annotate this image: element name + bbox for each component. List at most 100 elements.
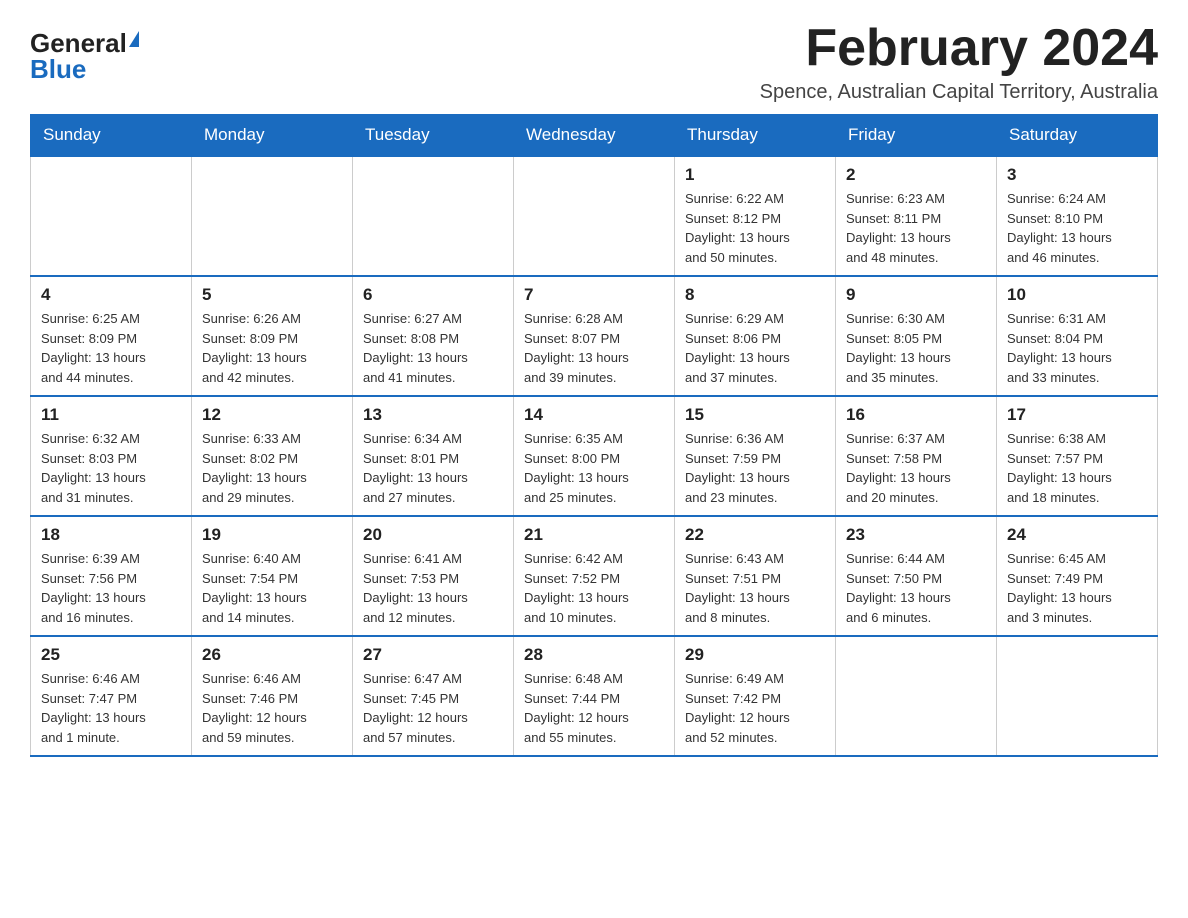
day-info: Sunrise: 6:29 AM Sunset: 8:06 PM Dayligh… — [685, 309, 825, 387]
calendar-cell: 29 Sunrise: 6:49 AM Sunset: 7:42 PM Dayli… — [675, 636, 836, 756]
calendar-cell: 3 Sunrise: 6:24 AM Sunset: 8:10 PM Daylig… — [997, 156, 1158, 276]
day-info: Sunrise: 6:25 AM Sunset: 8:09 PM Dayligh… — [41, 309, 181, 387]
day-number: 5 — [202, 285, 342, 305]
calendar-cell — [31, 156, 192, 276]
title-area: February 2024 Spence, Australian Capital… — [760, 20, 1158, 104]
calendar-cell: 15 Sunrise: 6:36 AM Sunset: 7:59 PM Dayli… — [675, 396, 836, 516]
calendar-cell: 1 Sunrise: 6:22 AM Sunset: 8:12 PM Daylig… — [675, 156, 836, 276]
col-header-saturday: Saturday — [997, 115, 1158, 157]
day-info: Sunrise: 6:35 AM Sunset: 8:00 PM Dayligh… — [524, 429, 664, 507]
day-info: Sunrise: 6:46 AM Sunset: 7:47 PM Dayligh… — [41, 669, 181, 747]
day-info: Sunrise: 6:43 AM Sunset: 7:51 PM Dayligh… — [685, 549, 825, 627]
day-number: 14 — [524, 405, 664, 425]
week-row-3: 11 Sunrise: 6:32 AM Sunset: 8:03 PM Dayli… — [31, 396, 1158, 516]
calendar-cell: 26 Sunrise: 6:46 AM Sunset: 7:46 PM Dayli… — [192, 636, 353, 756]
location-title: Spence, Australian Capital Territory, Au… — [760, 81, 1158, 104]
day-info: Sunrise: 6:41 AM Sunset: 7:53 PM Dayligh… — [363, 549, 503, 627]
col-header-wednesday: Wednesday — [514, 115, 675, 157]
calendar-header-row: SundayMondayTuesdayWednesdayThursdayFrid… — [31, 115, 1158, 157]
day-number: 3 — [1007, 165, 1147, 185]
day-number: 17 — [1007, 405, 1147, 425]
calendar-cell — [997, 636, 1158, 756]
calendar-cell: 10Sunrise: 6:31 AM Sunset: 8:04 PM Dayli… — [997, 276, 1158, 396]
calendar-cell — [192, 156, 353, 276]
day-number: 27 — [363, 645, 503, 665]
calendar-cell — [353, 156, 514, 276]
calendar-cell: 22 Sunrise: 6:43 AM Sunset: 7:51 PM Dayli… — [675, 516, 836, 636]
day-info: Sunrise: 6:34 AM Sunset: 8:01 PM Dayligh… — [363, 429, 503, 507]
calendar-cell — [836, 636, 997, 756]
calendar-cell: 5 Sunrise: 6:26 AM Sunset: 8:09 PM Daylig… — [192, 276, 353, 396]
calendar-table: SundayMondayTuesdayWednesdayThursdayFrid… — [30, 114, 1158, 757]
calendar-cell — [514, 156, 675, 276]
week-row-1: 1 Sunrise: 6:22 AM Sunset: 8:12 PM Daylig… — [31, 156, 1158, 276]
day-number: 20 — [363, 525, 503, 545]
day-number: 13 — [363, 405, 503, 425]
day-info: Sunrise: 6:30 AM Sunset: 8:05 PM Dayligh… — [846, 309, 986, 387]
calendar-cell: 7Sunrise: 6:28 AM Sunset: 8:07 PM Daylig… — [514, 276, 675, 396]
calendar-cell: 12 Sunrise: 6:33 AM Sunset: 8:02 PM Dayli… — [192, 396, 353, 516]
calendar-cell: 24 Sunrise: 6:45 AM Sunset: 7:49 PM Dayli… — [997, 516, 1158, 636]
month-title: February 2024 — [760, 20, 1158, 77]
calendar-cell: 14 Sunrise: 6:35 AM Sunset: 8:00 PM Dayli… — [514, 396, 675, 516]
day-number: 1 — [685, 165, 825, 185]
calendar-cell: 11 Sunrise: 6:32 AM Sunset: 8:03 PM Dayli… — [31, 396, 192, 516]
calendar-cell: 2Sunrise: 6:23 AM Sunset: 8:11 PM Daylig… — [836, 156, 997, 276]
day-number: 26 — [202, 645, 342, 665]
day-number: 15 — [685, 405, 825, 425]
day-info: Sunrise: 6:26 AM Sunset: 8:09 PM Dayligh… — [202, 309, 342, 387]
day-info: Sunrise: 6:24 AM Sunset: 8:10 PM Dayligh… — [1007, 189, 1147, 267]
day-info: Sunrise: 6:33 AM Sunset: 8:02 PM Dayligh… — [202, 429, 342, 507]
day-info: Sunrise: 6:39 AM Sunset: 7:56 PM Dayligh… — [41, 549, 181, 627]
calendar-cell: 23Sunrise: 6:44 AM Sunset: 7:50 PM Dayli… — [836, 516, 997, 636]
day-info: Sunrise: 6:36 AM Sunset: 7:59 PM Dayligh… — [685, 429, 825, 507]
logo-blue: Blue — [30, 56, 86, 82]
day-number: 22 — [685, 525, 825, 545]
week-row-5: 25Sunrise: 6:46 AM Sunset: 7:47 PM Dayli… — [31, 636, 1158, 756]
day-info: Sunrise: 6:38 AM Sunset: 7:57 PM Dayligh… — [1007, 429, 1147, 507]
day-info: Sunrise: 6:28 AM Sunset: 8:07 PM Dayligh… — [524, 309, 664, 387]
calendar-cell: 19 Sunrise: 6:40 AM Sunset: 7:54 PM Dayli… — [192, 516, 353, 636]
logo-triangle-icon — [129, 31, 139, 47]
day-number: 18 — [41, 525, 181, 545]
day-number: 9 — [846, 285, 986, 305]
week-row-2: 4Sunrise: 6:25 AM Sunset: 8:09 PM Daylig… — [31, 276, 1158, 396]
header: General Blue February 2024 Spence, Austr… — [30, 20, 1158, 104]
day-number: 28 — [524, 645, 664, 665]
day-number: 8 — [685, 285, 825, 305]
calendar-cell: 21 Sunrise: 6:42 AM Sunset: 7:52 PM Dayli… — [514, 516, 675, 636]
day-number: 21 — [524, 525, 664, 545]
col-header-monday: Monday — [192, 115, 353, 157]
day-info: Sunrise: 6:47 AM Sunset: 7:45 PM Dayligh… — [363, 669, 503, 747]
day-number: 23 — [846, 525, 986, 545]
day-info: Sunrise: 6:46 AM Sunset: 7:46 PM Dayligh… — [202, 669, 342, 747]
col-header-thursday: Thursday — [675, 115, 836, 157]
calendar-cell: 28 Sunrise: 6:48 AM Sunset: 7:44 PM Dayli… — [514, 636, 675, 756]
day-info: Sunrise: 6:45 AM Sunset: 7:49 PM Dayligh… — [1007, 549, 1147, 627]
calendar-cell: 6Sunrise: 6:27 AM Sunset: 8:08 PM Daylig… — [353, 276, 514, 396]
day-info: Sunrise: 6:22 AM Sunset: 8:12 PM Dayligh… — [685, 189, 825, 267]
day-info: Sunrise: 6:49 AM Sunset: 7:42 PM Dayligh… — [685, 669, 825, 747]
day-number: 29 — [685, 645, 825, 665]
day-number: 11 — [41, 405, 181, 425]
calendar-cell: 25Sunrise: 6:46 AM Sunset: 7:47 PM Dayli… — [31, 636, 192, 756]
logo-general: General — [30, 30, 127, 56]
logo: General Blue — [30, 20, 139, 82]
calendar-cell: 9 Sunrise: 6:30 AM Sunset: 8:05 PM Daylig… — [836, 276, 997, 396]
day-number: 19 — [202, 525, 342, 545]
day-info: Sunrise: 6:37 AM Sunset: 7:58 PM Dayligh… — [846, 429, 986, 507]
week-row-4: 18 Sunrise: 6:39 AM Sunset: 7:56 PM Dayli… — [31, 516, 1158, 636]
day-info: Sunrise: 6:27 AM Sunset: 8:08 PM Dayligh… — [363, 309, 503, 387]
col-header-friday: Friday — [836, 115, 997, 157]
day-number: 12 — [202, 405, 342, 425]
col-header-tuesday: Tuesday — [353, 115, 514, 157]
day-info: Sunrise: 6:23 AM Sunset: 8:11 PM Dayligh… — [846, 189, 986, 267]
day-info: Sunrise: 6:40 AM Sunset: 7:54 PM Dayligh… — [202, 549, 342, 627]
day-info: Sunrise: 6:42 AM Sunset: 7:52 PM Dayligh… — [524, 549, 664, 627]
calendar-cell: 20 Sunrise: 6:41 AM Sunset: 7:53 PM Dayli… — [353, 516, 514, 636]
calendar-cell: 18 Sunrise: 6:39 AM Sunset: 7:56 PM Dayli… — [31, 516, 192, 636]
day-info: Sunrise: 6:32 AM Sunset: 8:03 PM Dayligh… — [41, 429, 181, 507]
day-info: Sunrise: 6:48 AM Sunset: 7:44 PM Dayligh… — [524, 669, 664, 747]
day-number: 24 — [1007, 525, 1147, 545]
calendar-cell: 27 Sunrise: 6:47 AM Sunset: 7:45 PM Dayli… — [353, 636, 514, 756]
